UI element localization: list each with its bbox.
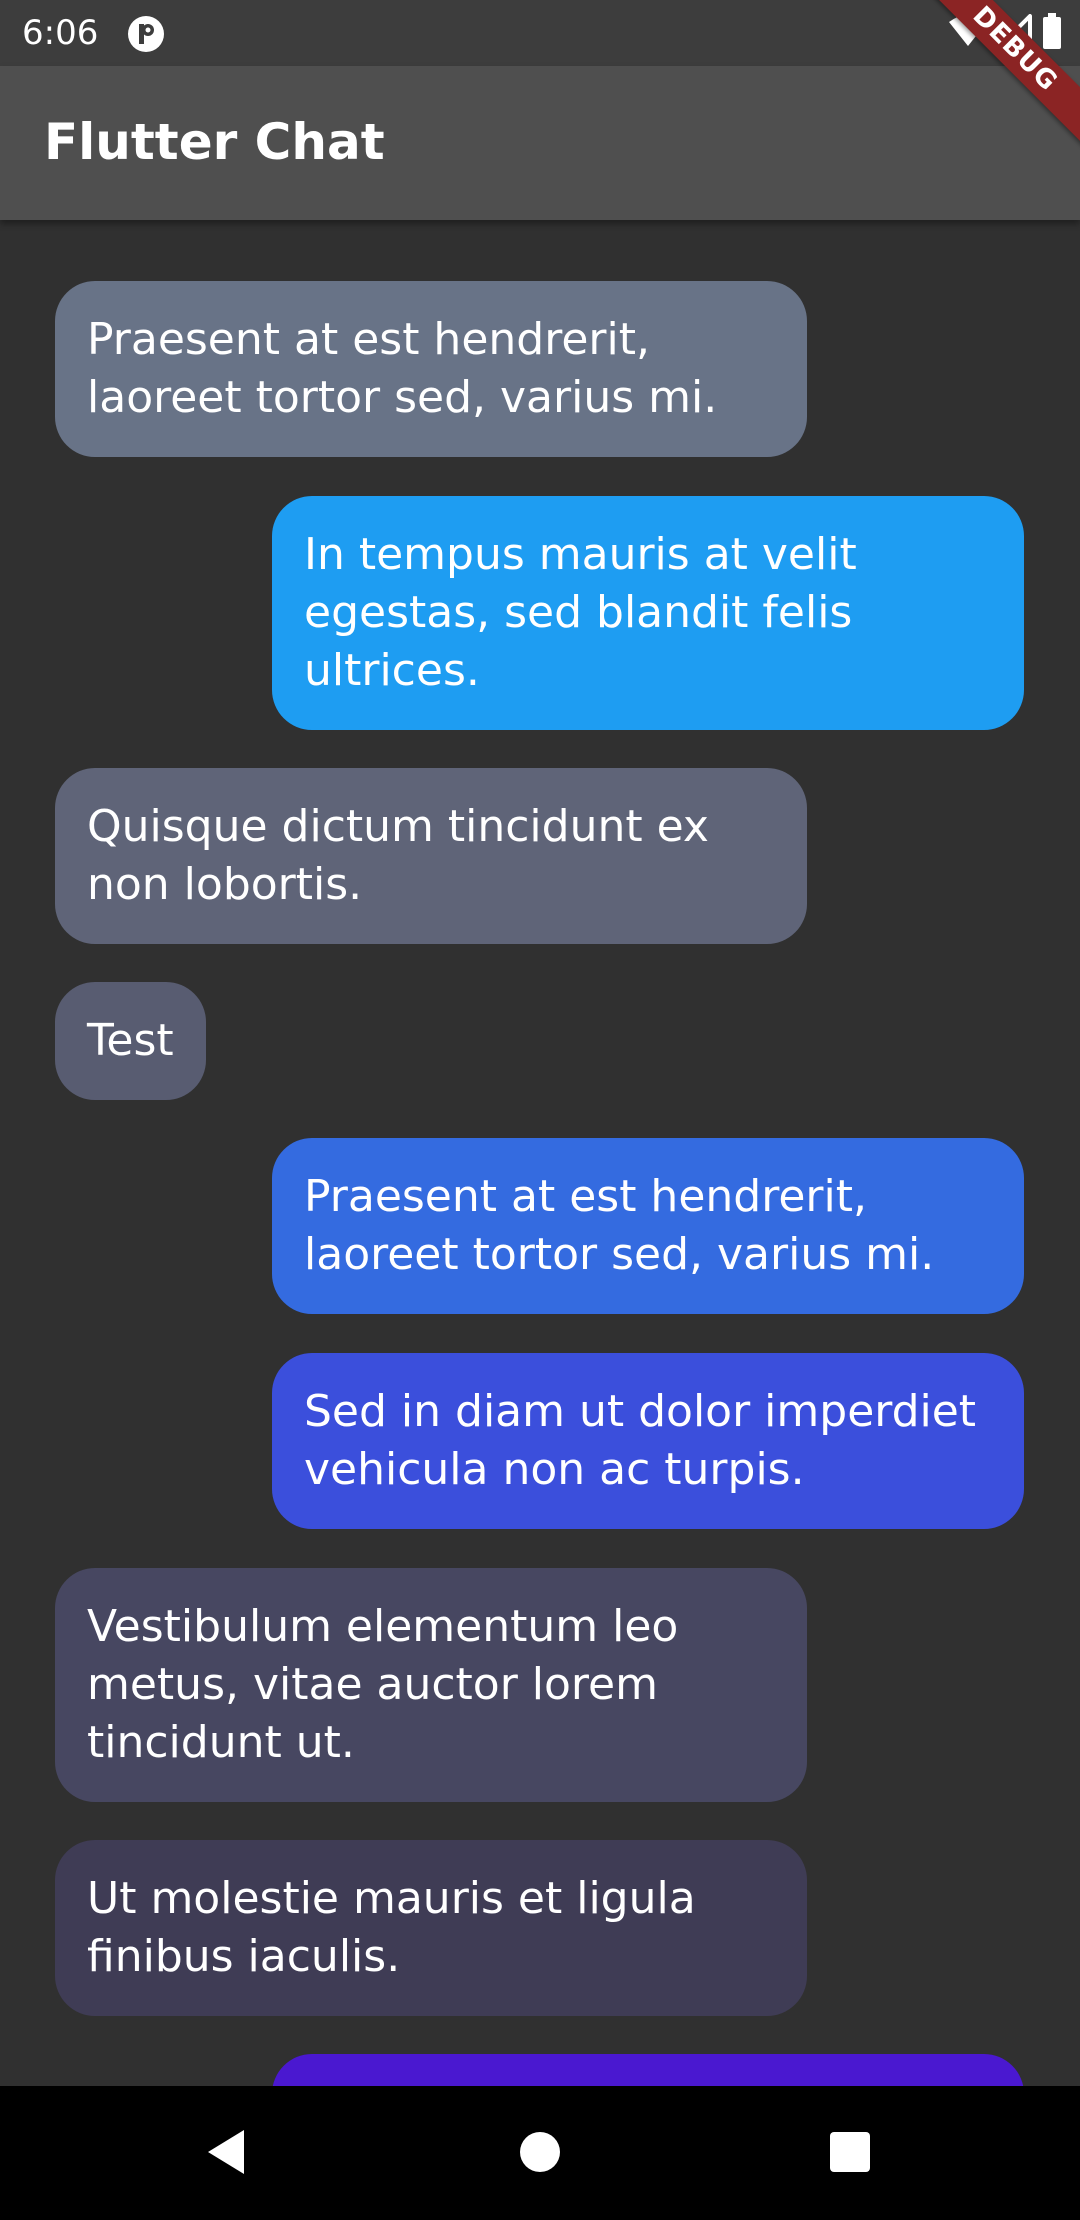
status-bar: 6:06 xyxy=(0,0,1080,66)
message-bubble-received: Praesent at est hendrerit, laoreet torto… xyxy=(55,281,807,457)
message-bubble-sent: Sed in diam ut dolor imperdiet vehicula … xyxy=(272,1353,1024,1529)
message-bubble-sent: In tempus mauris at velit egestas, sed b… xyxy=(272,496,1024,730)
wifi-icon xyxy=(948,14,988,52)
status-icons xyxy=(948,12,1062,54)
message-bubble-received: Quisque dictum tincidunt ex non lobortis… xyxy=(55,768,807,944)
message-bubble-received: Ut molestie mauris et ligula finibus iac… xyxy=(55,1840,807,2016)
recents-icon[interactable] xyxy=(820,2122,880,2182)
home-icon[interactable] xyxy=(510,2122,570,2182)
chat-message-list[interactable]: Praesent at est hendrerit, laoreet torto… xyxy=(0,220,1080,2086)
message-bubble-sent: Praesent at est hendrerit, laoreet torto… xyxy=(272,1138,1024,1314)
message-bubble-sent xyxy=(272,2054,1024,2086)
message-bubble-received: Vestibulum elementum leo metus, vitae au… xyxy=(55,1568,807,1802)
status-time: 6:06 xyxy=(22,13,99,53)
back-icon[interactable] xyxy=(196,2122,256,2182)
page-title: Flutter Chat xyxy=(44,113,385,171)
app-bar: Flutter Chat xyxy=(0,66,1080,220)
app-notification-icon xyxy=(126,14,166,54)
battery-icon xyxy=(1042,13,1062,53)
message-bubble-received: Test xyxy=(55,982,206,1100)
signal-icon xyxy=(998,14,1032,52)
system-nav-bar xyxy=(0,2086,1080,2220)
